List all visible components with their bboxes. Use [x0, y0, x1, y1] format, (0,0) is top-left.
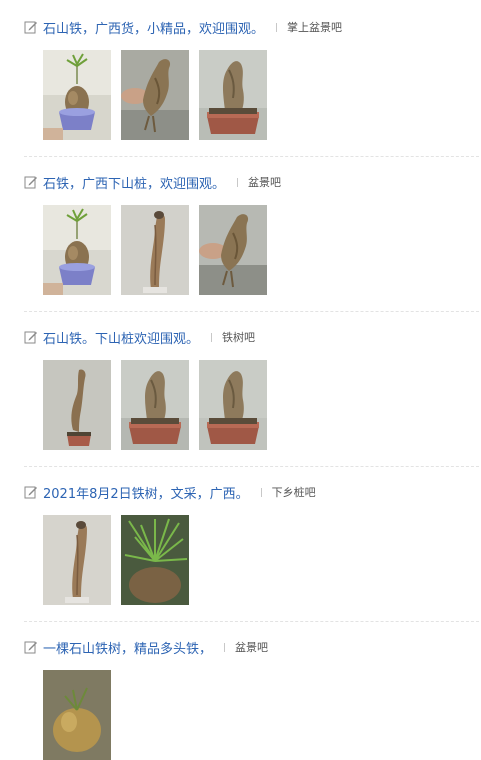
post-thumbnails	[43, 50, 267, 140]
hand-root-photo[interactable]	[199, 205, 267, 295]
post-thumbnails	[43, 205, 267, 295]
forum-link[interactable]: 掌上盆景吧	[287, 19, 342, 35]
post-header: 一棵石山铁树，精品多头铁， 盆景吧	[24, 637, 268, 657]
post-thumbnails	[43, 360, 267, 450]
edit-icon	[24, 331, 37, 344]
forum-link[interactable]: 下乡桩吧	[272, 484, 316, 500]
post-title-link[interactable]: 石山铁，广西货，小精品，欢迎围观。	[43, 18, 264, 37]
separator	[237, 177, 239, 187]
tall-root-photo[interactable]	[43, 360, 111, 450]
stick-root-photo[interactable]	[121, 205, 189, 295]
separator	[260, 487, 262, 497]
potted-root-photo[interactable]	[199, 50, 267, 140]
edit-icon	[24, 176, 37, 189]
edit-icon	[24, 21, 37, 34]
bonsai-pot-photo[interactable]	[43, 205, 111, 295]
hand-root-photo[interactable]	[121, 50, 189, 140]
post-title-link[interactable]: 石铁，广西下山桩，欢迎围观。	[43, 173, 225, 192]
green-plant-photo[interactable]	[121, 515, 189, 605]
post-header: 石铁，广西下山桩，欢迎围观。 盆景吧	[24, 172, 281, 192]
dark-root-photo[interactable]	[43, 670, 111, 760]
potted-root-photo[interactable]	[121, 360, 189, 450]
bonsai-pot-photo[interactable]	[43, 50, 111, 140]
post-divider	[24, 311, 479, 312]
post-divider	[24, 621, 479, 622]
post-divider	[24, 466, 479, 467]
post-header: 石山铁。下山桩欢迎围观。 铁树吧	[24, 327, 255, 347]
post-title-link[interactable]: 2021年8月2日铁树，文采，广西。	[43, 483, 249, 502]
separator	[276, 22, 278, 32]
edit-icon	[24, 486, 37, 499]
post-divider	[24, 156, 479, 157]
separator	[224, 642, 226, 652]
separator	[211, 332, 213, 342]
stick-root-photo[interactable]	[43, 515, 111, 605]
post-header: 石山铁，广西货，小精品，欢迎围观。 掌上盆景吧	[24, 17, 342, 37]
post-title-link[interactable]: 一棵石山铁树，精品多头铁，	[43, 638, 212, 657]
forum-link[interactable]: 盆景吧	[248, 174, 281, 190]
post-title-link[interactable]: 石山铁。下山桩欢迎围观。	[43, 328, 199, 347]
edit-icon	[24, 641, 37, 654]
post-header: 2021年8月2日铁树，文采，广西。 下乡桩吧	[24, 482, 316, 502]
post-thumbnails	[43, 670, 111, 760]
post-thumbnails	[43, 515, 189, 605]
forum-link[interactable]: 铁树吧	[222, 329, 255, 345]
potted-root-photo[interactable]	[199, 360, 267, 450]
forum-link[interactable]: 盆景吧	[235, 639, 268, 655]
